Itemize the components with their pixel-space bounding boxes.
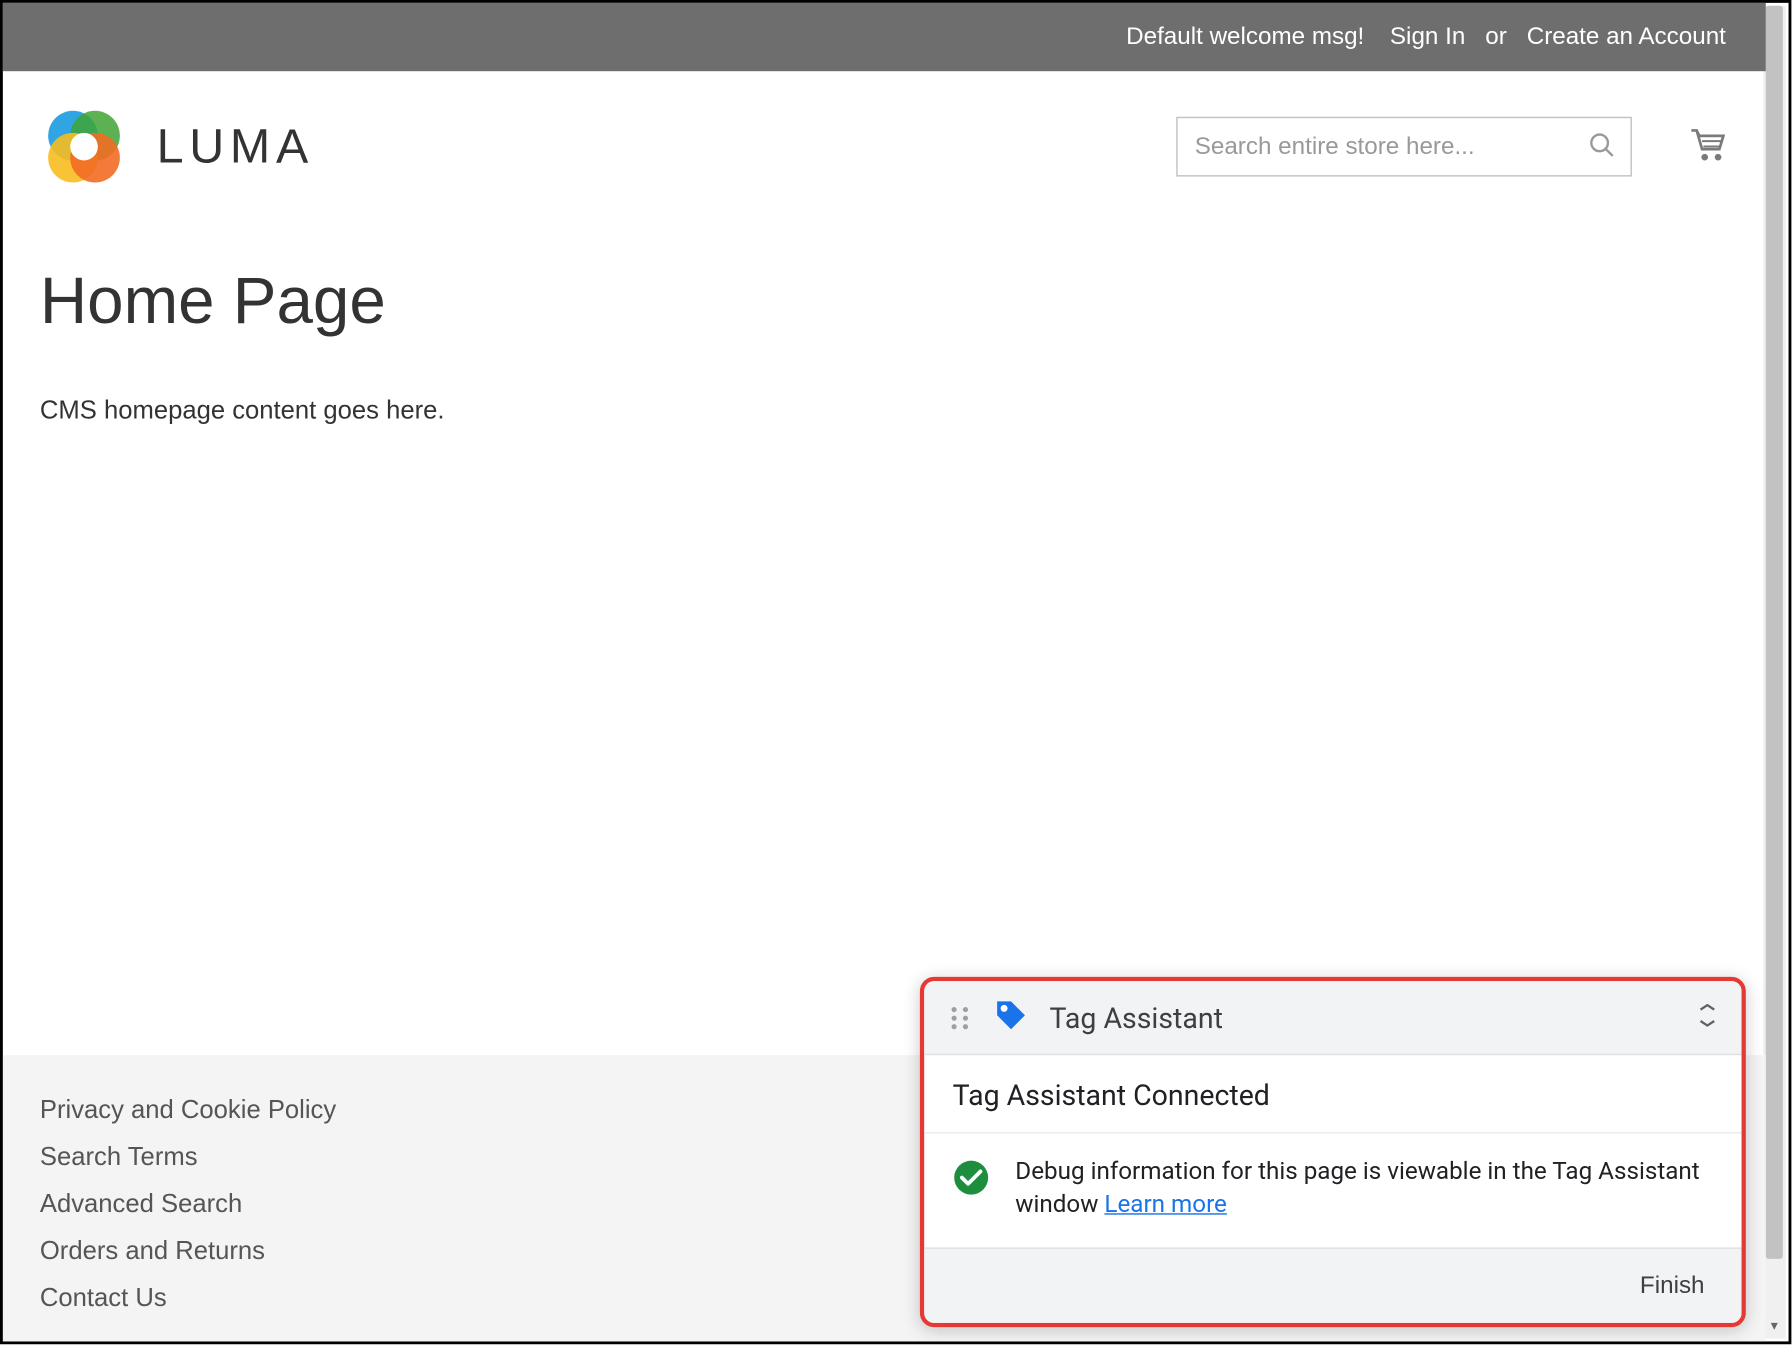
cart-icon bbox=[1686, 146, 1729, 170]
tag-assistant-body: Tag Assistant Connected Debug informatio… bbox=[924, 1055, 1741, 1247]
tag-assistant-title: Tag Assistant bbox=[1049, 1001, 1676, 1035]
search-icon bbox=[1588, 130, 1616, 163]
page-title: Home Page bbox=[40, 262, 1729, 339]
top-bar: Default welcome msg! Sign In or Create a… bbox=[3, 3, 1766, 71]
finish-button[interactable]: Finish bbox=[1631, 1266, 1713, 1306]
tag-assistant-footer: Finish bbox=[924, 1247, 1741, 1322]
welcome-message: Default welcome msg! bbox=[1126, 23, 1364, 51]
scrollbar[interactable]: ▴ ▾ bbox=[1763, 6, 1786, 1339]
create-account-link[interactable]: Create an Account bbox=[1527, 23, 1726, 51]
brand-name: LUMA bbox=[157, 119, 314, 175]
search bbox=[1176, 117, 1632, 177]
search-button[interactable] bbox=[1572, 117, 1632, 177]
header: LUMA bbox=[3, 71, 1766, 233]
cms-content: CMS homepage content goes here. bbox=[40, 396, 1729, 426]
logo[interactable]: LUMA bbox=[40, 103, 314, 191]
collapse-button[interactable] bbox=[1696, 1003, 1719, 1031]
sign-in-link[interactable]: Sign In bbox=[1390, 23, 1465, 51]
tag-icon bbox=[993, 996, 1030, 1039]
browser-viewport: ▴ ▾ Default welcome msg! Sign In or Crea… bbox=[0, 0, 1791, 1344]
search-input[interactable] bbox=[1176, 117, 1632, 177]
cart-button[interactable] bbox=[1686, 122, 1729, 172]
main-content: Home Page CMS homepage content goes here… bbox=[3, 234, 1766, 1056]
check-circle-icon bbox=[953, 1159, 990, 1202]
drag-handle-icon[interactable] bbox=[947, 1005, 973, 1031]
tag-assistant-message-row: Debug information for this page is viewa… bbox=[924, 1134, 1741, 1248]
tag-assistant-popup: Tag Assistant Tag Assistant Connected bbox=[920, 977, 1746, 1327]
logo-icon bbox=[40, 103, 128, 191]
scroll-down-arrow[interactable]: ▾ bbox=[1763, 1316, 1786, 1339]
tag-assistant-message: Debug information for this page is viewa… bbox=[1015, 1156, 1713, 1221]
scrollbar-thumb[interactable] bbox=[1766, 6, 1783, 1259]
tag-assistant-header: Tag Assistant bbox=[924, 981, 1741, 1055]
or-separator: or bbox=[1485, 23, 1507, 51]
learn-more-link[interactable]: Learn more bbox=[1104, 1191, 1226, 1219]
tag-assistant-status: Tag Assistant Connected bbox=[924, 1078, 1741, 1134]
